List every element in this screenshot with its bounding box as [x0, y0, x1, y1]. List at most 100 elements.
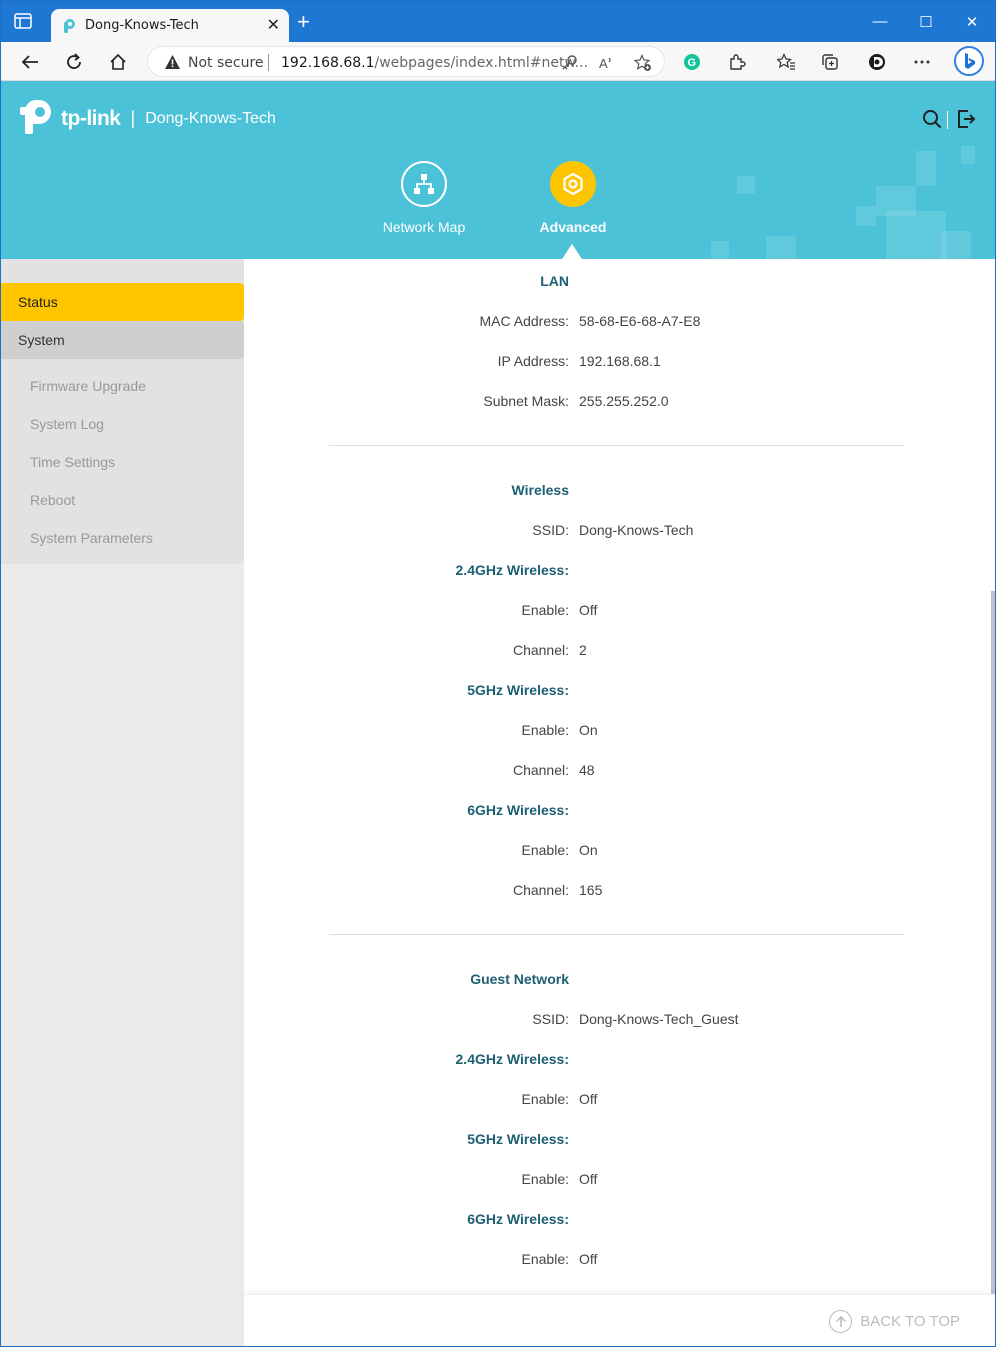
status-content: LAN MAC Address: 58-68-E6-68-A7-E8 IP Ad…	[244, 259, 995, 1346]
guest-ssid-label: SSID:	[532, 1011, 569, 1027]
sidebar-panel: Status System Firmware Upgrade System Lo…	[1, 259, 244, 564]
enable-label: Enable:	[521, 602, 569, 618]
svg-text:A: A	[599, 56, 608, 71]
tab-title: Dong-Knows-Tech	[85, 18, 199, 33]
sidebar: Status System Firmware Upgrade System Lo…	[1, 259, 244, 1346]
guest-5ghz-heading: 5GHz Wireless:	[467, 1131, 569, 1147]
guest-24-enable-row: Enable: Off	[244, 1091, 995, 1111]
nav-network-map-label: Network Map	[382, 219, 466, 235]
not-secure-label[interactable]: Not secure	[188, 55, 264, 71]
tplink-favicon-icon	[61, 18, 77, 34]
wireless-24-enable-row: Enable: Off	[244, 602, 995, 622]
grammarly-icon[interactable]: G	[682, 52, 702, 72]
back-to-top-button[interactable]: BACK TO TOP	[829, 1310, 960, 1333]
ip-address-value: 192.168.68.1	[579, 353, 661, 369]
warning-icon[interactable]	[164, 54, 181, 73]
wireless-ssid-label: SSID:	[532, 522, 569, 538]
search-icon[interactable]	[922, 109, 942, 132]
brand-name: tp-link	[61, 106, 121, 130]
channel-label: Channel:	[512, 642, 569, 658]
tplink-logo[interactable]: tp-link | Dong-Knows-Tech	[19, 99, 276, 138]
collections-icon[interactable]	[820, 52, 840, 72]
tab-close-icon[interactable]: ✕	[267, 15, 280, 35]
guest-6ghz-heading: 6GHz Wireless:	[467, 1211, 569, 1227]
guest-ssid-value: Dong-Knows-Tech_Guest	[579, 1011, 739, 1027]
page-scrollbar[interactable]	[991, 591, 995, 1294]
sidebar-item-firmware-upgrade[interactable]: Firmware Upgrade	[30, 378, 146, 394]
new-tab-icon[interactable]: +	[297, 11, 310, 33]
browser-tab[interactable]: Dong-Knows-Tech ✕	[51, 9, 289, 42]
svg-text:G: G	[688, 57, 697, 69]
home-icon[interactable]	[107, 51, 129, 73]
add-favorite-icon[interactable]	[633, 54, 651, 71]
logout-icon[interactable]	[956, 109, 976, 132]
lan-mac-row: MAC Address: 58-68-E6-68-A7-E8	[244, 313, 995, 333]
title-bar: Dong-Knows-Tech ✕ + — ☐ ✕	[1, 1, 995, 42]
wireless-24-channel-value: 2	[579, 642, 587, 658]
lan-ip-row: IP Address: 192.168.68.1	[244, 353, 995, 373]
mac-address-label: MAC Address:	[479, 313, 569, 329]
tab-actions-icon[interactable]	[14, 13, 36, 31]
favorites-icon[interactable]	[776, 52, 796, 72]
bing-chat-icon[interactable]	[954, 46, 984, 76]
url-host: 192.168.68.1	[281, 55, 375, 71]
browser-essentials-icon[interactable]	[867, 52, 887, 72]
guest-24ghz-heading: 2.4GHz Wireless:	[455, 1051, 569, 1067]
subnet-mask-value: 255.255.252.0	[579, 393, 669, 409]
refresh-icon[interactable]	[63, 51, 85, 73]
wireless-6-enable-value: On	[579, 842, 598, 858]
section-divider	[329, 934, 904, 935]
window-controls: — ☐ ✕	[857, 1, 995, 42]
sidebar-item-system-label: System	[18, 332, 65, 348]
active-nav-caret	[562, 244, 582, 259]
maximize-icon[interactable]: ☐	[903, 1, 949, 42]
guest-5-enable-value: Off	[579, 1171, 598, 1187]
wireless-ssid-row: SSID: Dong-Knows-Tech	[244, 522, 995, 542]
key-icon[interactable]	[561, 54, 578, 71]
close-window-icon[interactable]: ✕	[949, 1, 995, 42]
lan-mask-row: Subnet Mask: 255.255.252.0	[244, 393, 995, 413]
wireless-5ghz-heading: 5GHz Wireless:	[467, 682, 569, 698]
tplink-logo-icon	[19, 99, 57, 138]
minimize-icon[interactable]: —	[857, 1, 903, 42]
enable-label: Enable:	[521, 722, 569, 738]
sidebar-item-system-parameters[interactable]: System Parameters	[30, 530, 153, 546]
nav-network-map[interactable]: Network Map	[369, 161, 479, 235]
extensions-icon[interactable]	[727, 52, 747, 72]
nav-advanced[interactable]: Advanced	[518, 161, 628, 235]
sidebar-item-status[interactable]: Status	[1, 283, 244, 321]
network-map-icon	[401, 161, 447, 207]
wireless-ssid-value: Dong-Knows-Tech	[579, 522, 694, 538]
sidebar-item-status-label: Status	[18, 294, 58, 310]
browser-toolbar: Not secure 192.168.68.1/webpages/index.h…	[1, 42, 995, 81]
enable-label: Enable:	[521, 1251, 569, 1267]
section-title-guest-network: Guest Network	[470, 971, 569, 987]
address-bar[interactable]: Not secure 192.168.68.1/webpages/index.h…	[147, 46, 665, 77]
wireless-24-channel-row: Channel: 2	[244, 642, 995, 662]
enable-label: Enable:	[521, 1171, 569, 1187]
wireless-6-channel-value: 165	[579, 882, 603, 898]
mac-address-value: 58-68-E6-68-A7-E8	[579, 313, 701, 329]
address-separator	[268, 54, 269, 71]
subnet-mask-label: Subnet Mask:	[483, 393, 569, 409]
sidebar-item-system[interactable]: System	[1, 321, 244, 359]
guest-5-enable-row: Enable: Off	[244, 1171, 995, 1191]
back-to-top-label: BACK TO TOP	[860, 1313, 960, 1330]
channel-label: Channel:	[512, 762, 569, 778]
back-icon[interactable]	[19, 51, 41, 73]
sidebar-item-time-settings[interactable]: Time Settings	[30, 454, 115, 470]
router-header: tp-link | Dong-Knows-Tech Network Map Ad…	[1, 81, 995, 259]
sidebar-item-system-log[interactable]: System Log	[30, 416, 104, 432]
url-text[interactable]: 192.168.68.1/webpages/index.html#netw...	[281, 55, 588, 71]
more-options-icon[interactable]	[912, 52, 932, 72]
url-path: /webpages/index.html#netw...	[374, 55, 589, 71]
section-title-lan: LAN	[540, 273, 569, 289]
sidebar-item-reboot[interactable]: Reboot	[30, 492, 75, 508]
device-name: Dong-Knows-Tech	[145, 109, 276, 127]
read-aloud-icon[interactable]: A	[598, 54, 615, 71]
nav-advanced-label: Advanced	[539, 219, 607, 235]
section-divider	[329, 445, 904, 446]
guest-6-enable-row: Enable: Off	[244, 1251, 995, 1271]
advanced-gear-icon	[550, 161, 596, 207]
wireless-5-channel-value: 48	[579, 762, 595, 778]
